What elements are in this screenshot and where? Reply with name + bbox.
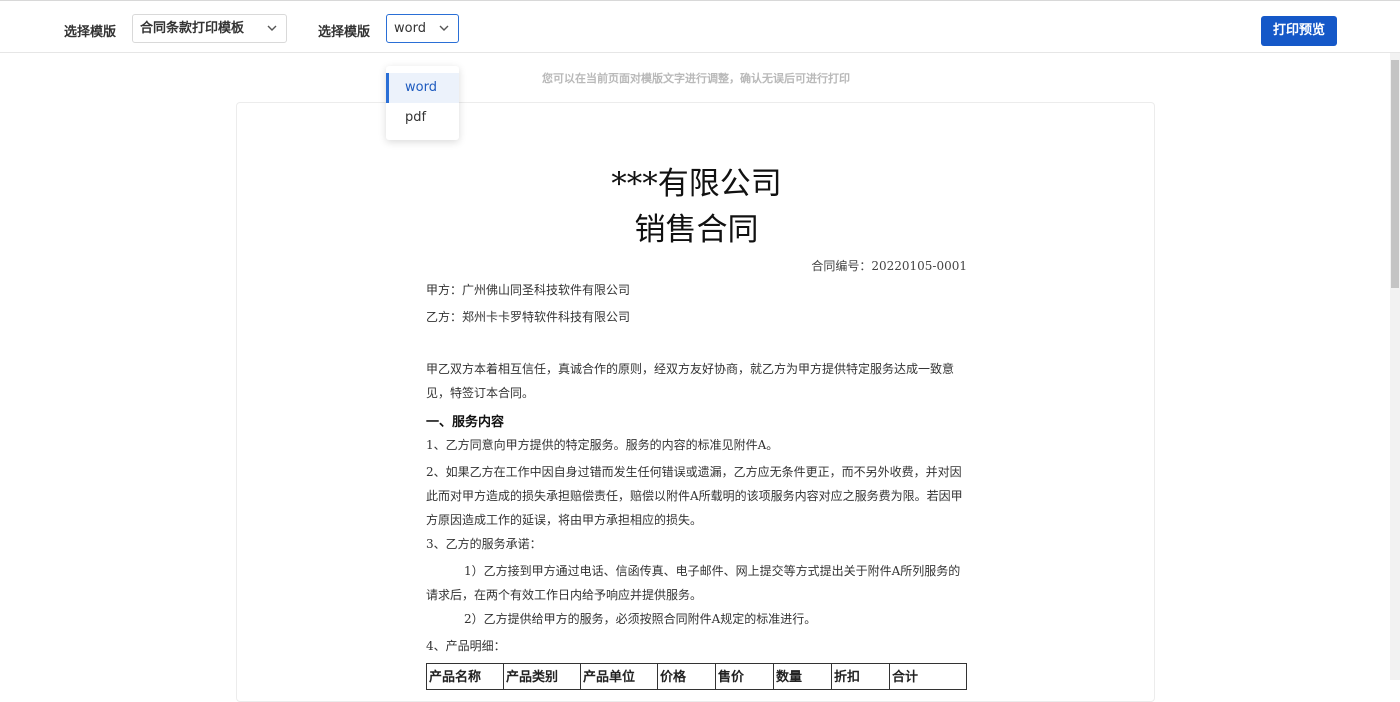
table-header-cell[interactable]: 折扣 <box>831 663 890 690</box>
party-a[interactable]: 甲方：广州佛山同圣科技软件有限公司 <box>426 281 630 298</box>
chevron-down-icon <box>439 25 449 31</box>
party-b[interactable]: 乙方：郑州卡卡罗特软件科技有限公司 <box>426 308 630 325</box>
clause-1[interactable]: 1、乙方同意向甲方提供的特定服务。服务的内容的标准见附件A。 <box>426 433 967 457</box>
clause-3-2[interactable]: 2）乙方提供给甲方的服务，必须按照合同附件A规定的标准进行。 <box>426 607 967 631</box>
table-header-cell[interactable]: 售价 <box>715 663 774 690</box>
table-header-cell[interactable]: 产品名称 <box>426 663 504 690</box>
table-header-cell[interactable]: 合计 <box>889 663 967 690</box>
template-select-value: 合同条款打印模板 <box>140 21 245 36</box>
table-header-cell[interactable]: 产品类别 <box>503 663 581 690</box>
section-heading[interactable]: 一、服务内容 <box>426 411 504 430</box>
vertical-scrollbar[interactable] <box>1390 53 1400 680</box>
dropdown-option-pdf[interactable]: pdf <box>386 103 459 133</box>
clause-4[interactable]: 4、产品明细： <box>426 634 967 658</box>
table-header-cell[interactable]: 产品单位 <box>580 663 658 690</box>
clause-3-1[interactable]: 1）乙方接到甲方通过电话、信函传真、电子邮件、网上提交等方式提出关于附件A所列服… <box>426 559 967 607</box>
format-select[interactable]: word <box>386 14 459 43</box>
edit-hint: 您可以在当前页面对模版文字进行调整，确认无误后可进行打印 <box>542 72 850 85</box>
toolbar: 选择模版 合同条款打印模板 选择模版 word 打印预览 <box>0 1 1400 53</box>
dropdown-option-word[interactable]: word <box>386 73 459 103</box>
table-header-cell[interactable]: 数量 <box>773 663 832 690</box>
contract-title[interactable]: 销售合同 <box>426 204 967 249</box>
table-header-row: 产品名称 产品类别 产品单位 价格 售价 数量 折扣 合计 <box>426 663 967 690</box>
product-table: 产品名称 产品类别 产品单位 价格 售价 数量 折扣 合计 <box>426 663 967 690</box>
template-select-label: 选择模版 <box>64 25 117 40</box>
company-title[interactable]: ***有限公司 <box>426 158 967 203</box>
print-preview-button[interactable]: 打印预览 <box>1261 16 1337 46</box>
scrollbar-thumb[interactable] <box>1391 60 1399 288</box>
chevron-down-icon <box>267 25 277 31</box>
format-dropdown-menu: word pdf <box>386 66 459 140</box>
contract-number[interactable]: 合同编号：20220105-0001 <box>811 257 967 274</box>
clause-3[interactable]: 3、乙方的服务承诺： <box>426 532 967 556</box>
format-select-label: 选择模版 <box>318 25 371 40</box>
template-select[interactable]: 合同条款打印模板 <box>132 14 287 43</box>
table-header-cell[interactable]: 价格 <box>657 663 716 690</box>
intro-paragraph[interactable]: 甲乙双方本着相互信任，真诚合作的原则，经双方友好协商，就乙方为甲方提供特定服务达… <box>426 357 967 405</box>
format-select-value: word <box>394 21 426 36</box>
clause-2[interactable]: 2、如果乙方在工作中因自身过错而发生任何错误或遗漏，乙方应无条件更正，而不另外收… <box>426 460 967 532</box>
